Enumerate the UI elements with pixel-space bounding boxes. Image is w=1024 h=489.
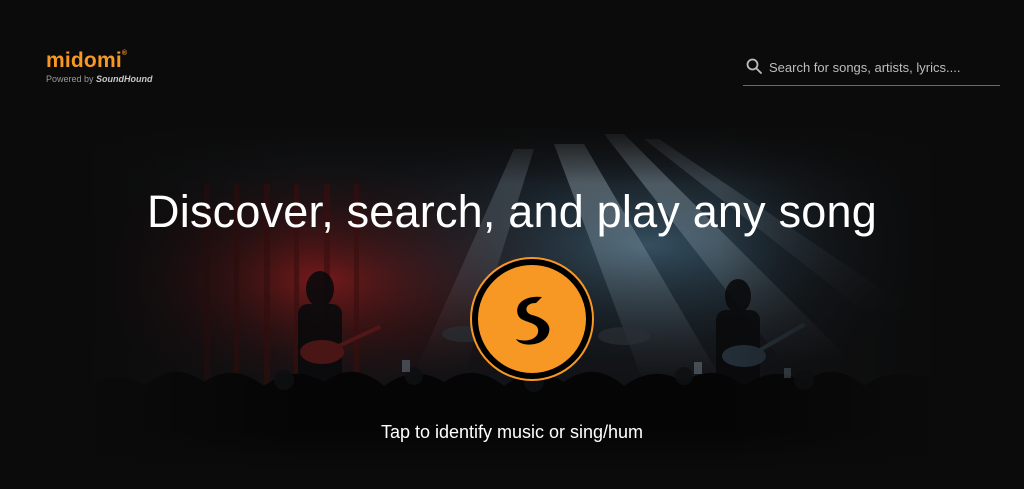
- midomi-logo[interactable]: midomi® Powered by SoundHound: [46, 50, 176, 92]
- header: midomi® Powered by SoundHound: [0, 0, 1024, 110]
- hero-fade-top: [84, 124, 940, 184]
- tap-to-identify-label: Tap to identify music or sing/hum: [380, 422, 644, 442]
- search-icon[interactable]: [745, 57, 763, 75]
- page: midomi® Powered by SoundHound Search for…: [0, 0, 1024, 489]
- powered-prefix: Powered by: [46, 74, 94, 84]
- logo-wordmark: midomi: [46, 49, 122, 72]
- identify-button-face: [478, 265, 586, 373]
- soundhound-icon: [516, 296, 550, 345]
- identify-music-button[interactable]: [470, 257, 594, 381]
- search-input[interactable]: [769, 55, 997, 79]
- logo-registered-mark: ®: [121, 50, 128, 57]
- search-bar[interactable]: [743, 52, 1000, 86]
- powered-brand: SoundHound: [96, 74, 153, 84]
- hero-headline: Discover, search, and play any song: [147, 186, 877, 237]
- powered-by-label: Powered by SoundHound: [46, 74, 176, 84]
